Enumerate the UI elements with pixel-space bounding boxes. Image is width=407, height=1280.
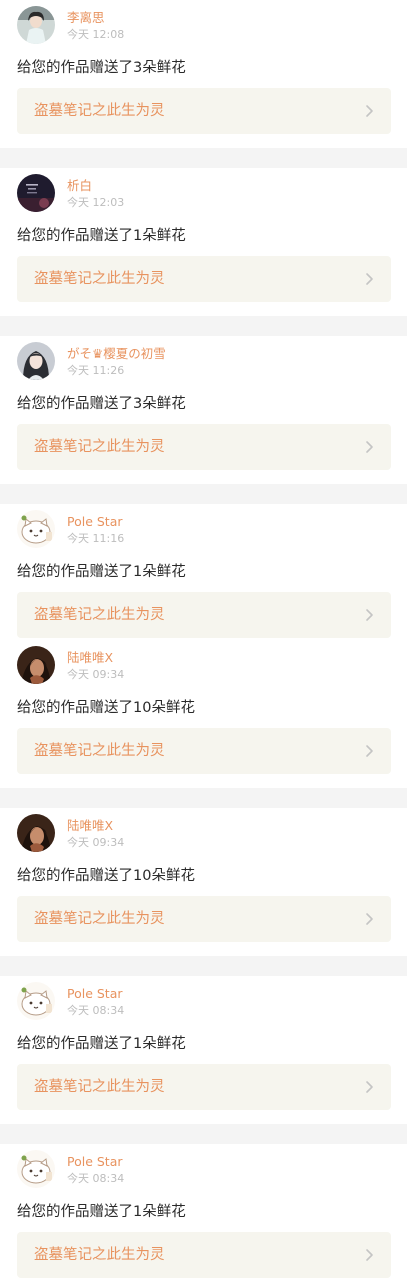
timestamp: 今天 11:26 bbox=[67, 364, 125, 377]
avatar[interactable] bbox=[17, 342, 55, 380]
notification-card: がそ♛樱夏の初雪 今天 11:26 给您的作品赠送了3朵鲜花 盗墓笔记之此生为灵 bbox=[0, 336, 407, 484]
work-link-button[interactable]: 盗墓笔记之此生为灵 bbox=[17, 424, 391, 470]
work-link-button[interactable]: 盗墓笔记之此生为灵 bbox=[17, 1064, 391, 1110]
work-link-button[interactable]: 盗墓笔记之此生为灵 bbox=[17, 896, 391, 942]
chevron-right-icon bbox=[361, 1247, 377, 1263]
timestamp: 今天 12:08 bbox=[67, 28, 125, 41]
username-link[interactable]: 陆唯唯X bbox=[67, 818, 113, 834]
avatar[interactable] bbox=[17, 510, 55, 548]
work-title: 盗墓笔记之此生为灵 bbox=[34, 439, 165, 455]
work-title: 盗墓笔记之此生为灵 bbox=[34, 271, 165, 287]
gift-message: 给您的作品赠送了10朵鲜花 bbox=[17, 700, 195, 716]
timestamp: 今天 12:03 bbox=[67, 196, 125, 209]
work-title: 盗墓笔记之此生为灵 bbox=[34, 743, 165, 759]
username-link[interactable]: 析白 bbox=[67, 178, 92, 194]
chevron-right-icon bbox=[361, 1079, 377, 1095]
notification-card: 陆唯唯X 今天 09:34 给您的作品赠送了10朵鲜花 盗墓笔记之此生为灵 bbox=[0, 808, 407, 956]
work-link-button[interactable]: 盗墓笔记之此生为灵 bbox=[17, 728, 391, 774]
notification-card: 析白 今天 12:03 给您的作品赠送了1朵鲜花 盗墓笔记之此生为灵 bbox=[0, 168, 407, 316]
username-link[interactable]: Pole Star bbox=[67, 986, 123, 1002]
notification-card: Pole Star 今天 08:34 给您的作品赠送了1朵鲜花 盗墓笔记之此生为… bbox=[0, 976, 407, 1124]
work-title: 盗墓笔记之此生为灵 bbox=[34, 1247, 165, 1263]
gift-message: 给您的作品赠送了1朵鲜花 bbox=[17, 228, 186, 244]
work-title: 盗墓笔记之此生为灵 bbox=[34, 103, 165, 119]
timestamp: 今天 08:34 bbox=[67, 1004, 125, 1017]
avatar[interactable] bbox=[17, 982, 55, 1020]
chevron-right-icon bbox=[361, 743, 377, 759]
timestamp: 今天 09:34 bbox=[67, 836, 125, 849]
avatar[interactable] bbox=[17, 6, 55, 44]
timestamp: 今天 08:34 bbox=[67, 1172, 125, 1185]
avatar[interactable] bbox=[17, 646, 55, 684]
chevron-right-icon bbox=[361, 607, 377, 623]
gift-message: 给您的作品赠送了3朵鲜花 bbox=[17, 60, 186, 76]
notification-card: 陆唯唯X 今天 09:34 给您的作品赠送了10朵鲜花 盗墓笔记之此生为灵 bbox=[0, 640, 407, 788]
gift-notification-feed[interactable]: 李离思 今天 12:08 给您的作品赠送了3朵鲜花 盗墓笔记之此生为灵 析白 今… bbox=[0, 0, 407, 1280]
username-link[interactable]: Pole Star bbox=[67, 514, 123, 530]
username-link[interactable]: がそ♛樱夏の初雪 bbox=[67, 346, 166, 362]
gift-message: 给您的作品赠送了3朵鲜花 bbox=[17, 396, 186, 412]
notification-card: Pole Star 今天 11:16 给您的作品赠送了1朵鲜花 盗墓笔记之此生为… bbox=[0, 504, 407, 640]
gift-message: 给您的作品赠送了1朵鲜花 bbox=[17, 1036, 186, 1052]
work-link-button[interactable]: 盗墓笔记之此生为灵 bbox=[17, 592, 391, 638]
timestamp: 今天 09:34 bbox=[67, 668, 125, 681]
username-link[interactable]: Pole Star bbox=[67, 1154, 123, 1170]
chevron-right-icon bbox=[361, 103, 377, 119]
work-title: 盗墓笔记之此生为灵 bbox=[34, 911, 165, 927]
notification-card: 李离思 今天 12:08 给您的作品赠送了3朵鲜花 盗墓笔记之此生为灵 bbox=[0, 0, 407, 148]
chevron-right-icon bbox=[361, 439, 377, 455]
work-title: 盗墓笔记之此生为灵 bbox=[34, 1079, 165, 1095]
avatar[interactable] bbox=[17, 174, 55, 212]
work-link-button[interactable]: 盗墓笔记之此生为灵 bbox=[17, 1232, 391, 1278]
gift-message: 给您的作品赠送了10朵鲜花 bbox=[17, 868, 195, 884]
notification-card: Pole Star 今天 08:34 给您的作品赠送了1朵鲜花 盗墓笔记之此生为… bbox=[0, 1144, 407, 1280]
gift-message: 给您的作品赠送了1朵鲜花 bbox=[17, 1204, 186, 1220]
gift-message: 给您的作品赠送了1朵鲜花 bbox=[17, 564, 186, 580]
username-link[interactable]: 陆唯唯X bbox=[67, 650, 113, 666]
work-title: 盗墓笔记之此生为灵 bbox=[34, 607, 165, 623]
timestamp: 今天 11:16 bbox=[67, 532, 125, 545]
work-link-button[interactable]: 盗墓笔记之此生为灵 bbox=[17, 256, 391, 302]
username-link[interactable]: 李离思 bbox=[67, 10, 105, 26]
work-link-button[interactable]: 盗墓笔记之此生为灵 bbox=[17, 88, 391, 134]
avatar[interactable] bbox=[17, 1150, 55, 1188]
avatar[interactable] bbox=[17, 814, 55, 852]
chevron-right-icon bbox=[361, 911, 377, 927]
chevron-right-icon bbox=[361, 271, 377, 287]
